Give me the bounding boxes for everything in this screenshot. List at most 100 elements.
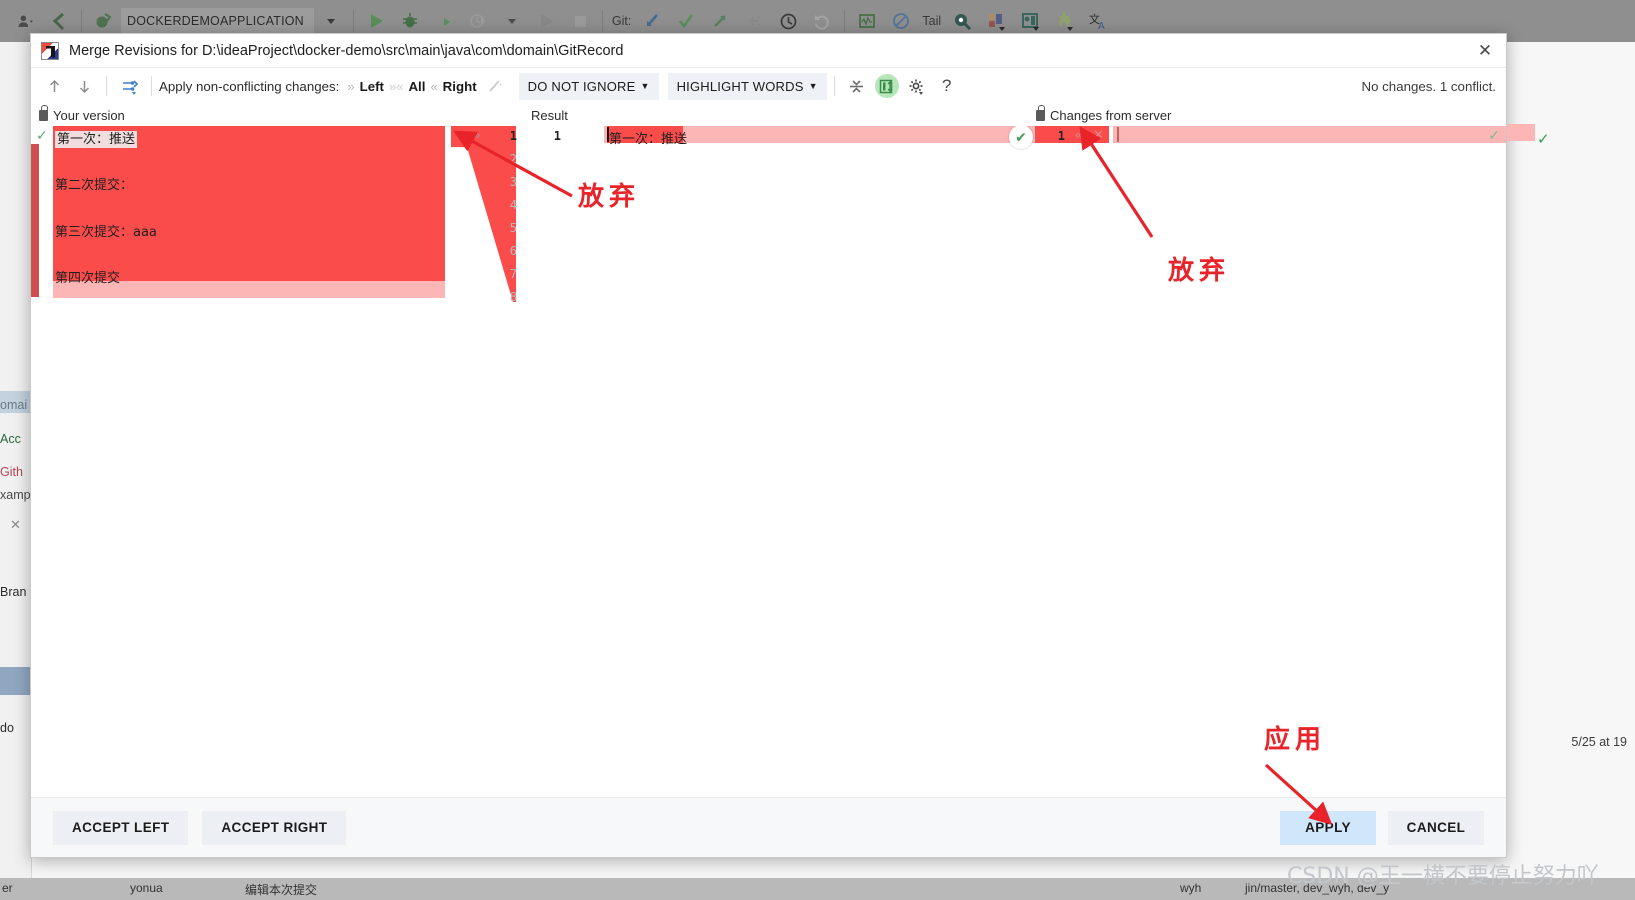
accept-right-button[interactable]: ACCEPT RIGHT xyxy=(202,810,347,845)
cancel-button[interactable]: CANCEL xyxy=(1388,810,1484,845)
left-conflict-block xyxy=(53,126,445,281)
outer-accept-checkmark-icon[interactable]: ✓ xyxy=(1537,130,1550,148)
collapse-unchanged-icon[interactable] xyxy=(842,72,872,100)
highlight-policy-value: HIGHLIGHT WORDS xyxy=(676,78,804,94)
show-whitespace-icon[interactable] xyxy=(872,72,902,100)
ide-sidebar-fragment[interactable]: xamp xyxy=(0,488,32,502)
close-icon[interactable]: ✕ xyxy=(1470,37,1500,65)
toolbar-separator xyxy=(81,10,82,32)
gutter-line-number: 3 xyxy=(509,175,517,189)
chevron-down-icon: ▼ xyxy=(640,81,650,91)
left-code-line-1: 第一次：推送 xyxy=(55,131,138,148)
annotation-label-discard-right: 放弃 xyxy=(1168,256,1231,286)
header-result-label: Result xyxy=(531,107,568,123)
right-accept-checkmark-icon[interactable]: ✓ xyxy=(1488,127,1500,144)
highlight-policy-dropdown[interactable]: HIGHLIGHT WORDS ▼ xyxy=(667,72,827,100)
run-configuration-name[interactable]: DOCKERDEMOAPPLICATION xyxy=(121,8,314,34)
right-gutter-line-number: 1 xyxy=(1057,129,1065,143)
chevron-right-icon: » xyxy=(347,78,355,94)
annotation-label-discard-left: 放弃 xyxy=(578,182,641,212)
accept-left-button[interactable]: ACCEPT LEFT xyxy=(53,810,189,845)
left-editor-pane[interactable]: ✓ 第一次：推送 第二次提交： 第三次提交：aaa 第四次提交 xyxy=(31,126,451,797)
merge-toolbar: Apply non-conflicting changes: » Left »«… xyxy=(31,68,1506,104)
header-your-version-label: Your version xyxy=(53,107,125,123)
gutter-line-number: 7 xyxy=(509,267,517,281)
outer-conflict-band xyxy=(1507,124,1535,141)
left-gutter: ✕ » 1 2 3 4 5 6 7 8 1 xyxy=(451,126,603,797)
tail-label[interactable]: Tail xyxy=(918,14,945,28)
ide-selected-row-band xyxy=(0,667,32,695)
ide-sidebar-fragment[interactable]: Acc xyxy=(0,432,32,446)
right-editor-pane[interactable]: ✓ xyxy=(1113,126,1506,797)
gutter-line-number: 1 xyxy=(509,129,517,143)
dialog-titlebar: Merge Revisions for D:\ideaProject\docke… xyxy=(31,34,1506,68)
left-code-line-3: 第二次提交： xyxy=(55,178,134,193)
csdn-watermark: CSDN @王一横不要停止努力吖 xyxy=(1287,864,1599,889)
header-changes-from-server: Changes from server xyxy=(1036,104,1171,126)
header-result: Result xyxy=(531,104,568,126)
close-icon[interactable]: ✕ xyxy=(10,517,21,533)
gutter-line-number: 6 xyxy=(509,244,517,258)
ide-sidebar-fragment[interactable]: Gith xyxy=(0,465,32,479)
merge-status-text: No changes. 1 conflict. xyxy=(1361,78,1496,94)
left-code-line-7: 第四次提交 xyxy=(55,271,121,286)
ignore-policy-dropdown[interactable]: DO NOT IGNORE ▼ xyxy=(518,72,659,100)
right-gutter: 1 « ✕ xyxy=(1035,126,1113,797)
apply-changes-label: Apply non-conflicting changes: xyxy=(159,78,340,94)
ide-sidebar-fragment[interactable]: do xyxy=(0,721,32,735)
status-branch-fragment: yonua xyxy=(130,881,163,895)
help-icon[interactable]: ? xyxy=(932,72,962,100)
ignore-policy-value: DO NOT IGNORE xyxy=(527,78,636,94)
pane-headers: Your version Result Changes from server xyxy=(31,104,1506,126)
right-gutter-accept-icon[interactable]: « xyxy=(1075,127,1082,142)
apply-left-link[interactable]: Left xyxy=(357,79,387,94)
gutter-line-number: 4 xyxy=(509,198,517,212)
annotation-label-apply: 应用 xyxy=(1264,725,1327,755)
toolbar-separator xyxy=(601,10,603,32)
ide-project-sidebar[interactable]: omaiAccGithxampBrando✕ xyxy=(0,42,32,900)
left-conflict-marker xyxy=(31,126,39,297)
left-gutter-accept-icon[interactable]: » xyxy=(473,127,480,142)
apply-all-link[interactable]: All xyxy=(405,79,428,94)
toolbar-separator xyxy=(352,10,354,32)
right-pane-caret xyxy=(1117,127,1119,142)
left-gutter-reject-icon[interactable]: ✕ xyxy=(457,128,468,144)
header-server-label: Changes from server xyxy=(1050,107,1172,123)
lock-icon xyxy=(39,104,48,121)
chevron-down-icon: ▼ xyxy=(808,81,818,91)
magic-resolve-icon[interactable] xyxy=(114,72,144,100)
left-accept-checkmark-icon[interactable]: ✓ xyxy=(31,126,53,144)
lock-icon xyxy=(1036,104,1045,121)
toolbar-separator xyxy=(844,10,846,32)
chevron-left-icon: « xyxy=(430,78,438,94)
gear-icon[interactable] xyxy=(902,72,932,100)
gutter-line-number: 2 xyxy=(509,152,517,166)
status-commit-fragment: 编辑本次提交 xyxy=(245,883,318,897)
toolbar-separator xyxy=(151,76,152,96)
intellij-idea-icon xyxy=(41,41,59,60)
ide-selected-tab-band xyxy=(0,391,32,413)
dialog-button-bar: ACCEPT LEFT ACCEPT RIGHT APPLY CANCEL xyxy=(31,797,1506,857)
git-label: Git: xyxy=(611,14,632,28)
status-user-fragment: wyh xyxy=(1180,881,1202,895)
toolbar-separator xyxy=(833,76,835,96)
ide-sidebar-fragment[interactable]: Bran xyxy=(0,585,32,599)
previous-difference-button[interactable] xyxy=(39,72,69,100)
dialog-title: Merge Revisions for D:\ideaProject\docke… xyxy=(69,42,624,59)
toolbar-separator xyxy=(106,76,107,96)
status-left-label: er xyxy=(2,881,13,895)
left-code-line-5: 第三次提交：aaa xyxy=(55,225,157,240)
apply-right-link[interactable]: Right xyxy=(440,79,480,94)
right-conflict-band xyxy=(1113,126,1506,143)
result-gutter-line-number: 1 xyxy=(553,129,561,143)
header-your-version: Your version xyxy=(39,104,125,126)
result-accept-checkmark-icon[interactable]: ✔ xyxy=(1009,126,1033,149)
merge-editor-area: ✓ 第一次：推送 第二次提交： 第三次提交：aaa 第四次提交 ✕ » 1 2 … xyxy=(31,126,1506,797)
ide-right-status: 5/25 at 19 xyxy=(1571,735,1627,749)
svg-text:A: A xyxy=(1098,21,1105,31)
apply-button[interactable]: APPLY xyxy=(1280,810,1376,845)
right-gutter-reject-icon[interactable]: ✕ xyxy=(1093,127,1104,143)
result-code-line-1: 第一次：推送 xyxy=(609,132,688,147)
gutter-line-number: 5 xyxy=(509,221,517,235)
next-difference-button[interactable] xyxy=(69,72,99,100)
